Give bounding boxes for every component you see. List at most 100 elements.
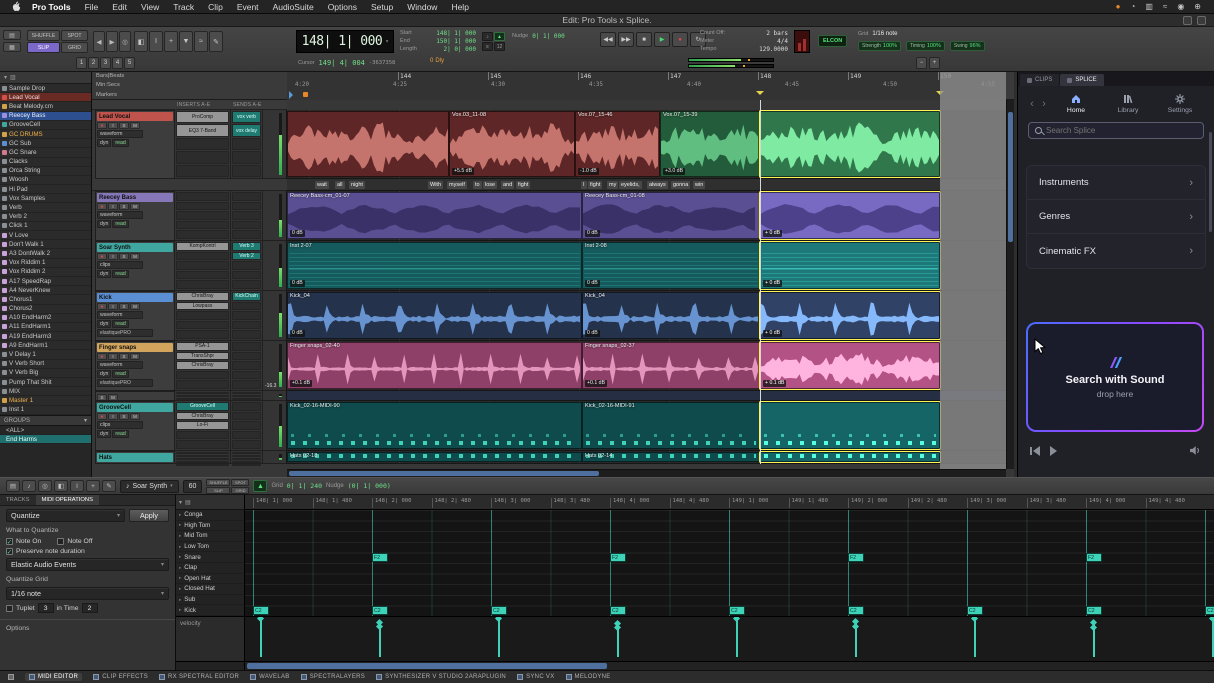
input-monitor-button[interactable]: I xyxy=(108,253,118,260)
automation-dyn-button[interactable]: dyn xyxy=(97,430,111,438)
clip-finger-snaps-02-37[interactable]: Finger snaps_02-37+0.1 dB xyxy=(582,342,760,389)
end-value[interactable]: 150| 1| 000 xyxy=(436,38,476,45)
zoom-out-arrow[interactable]: ◀ xyxy=(93,31,105,52)
clip[interactable] xyxy=(760,402,940,449)
lyric-marker[interactable]: I xyxy=(581,181,587,189)
lyric-marker[interactable]: gonna xyxy=(671,181,690,189)
sidebar-track-verb-2[interactable]: Verb 2 xyxy=(0,213,91,222)
trim-tool[interactable]: ◧ xyxy=(134,31,148,52)
zoom-preset-4[interactable]: 4 xyxy=(112,57,123,69)
metronome-button[interactable]: ▲ xyxy=(494,32,505,41)
midi-note-C2[interactable]: C2 xyxy=(372,606,388,615)
transport-play[interactable]: ▶ xyxy=(654,32,670,47)
transport-stop[interactable]: ■ xyxy=(636,32,652,47)
empty-slot[interactable] xyxy=(176,458,229,460)
automation-read-button[interactable]: read xyxy=(112,220,128,228)
record-enable-button[interactable]: ● xyxy=(97,413,107,420)
splice-nav-home[interactable]: Home xyxy=(1050,93,1102,114)
lyric-marker[interactable]: eyelids, xyxy=(619,181,642,189)
strength-chip[interactable]: Strength100% xyxy=(858,41,901,51)
empty-slot[interactable] xyxy=(232,371,261,380)
empty-slot[interactable] xyxy=(232,431,261,440)
expand-icon[interactable]: ▸ xyxy=(179,565,181,571)
empty-slot[interactable] xyxy=(176,371,229,380)
menu-file[interactable]: File xyxy=(78,0,106,14)
empty-slot[interactable] xyxy=(232,452,261,454)
drum-lane-open-hat[interactable]: ▸Open Hat xyxy=(176,574,244,585)
empty-slot[interactable] xyxy=(176,330,229,339)
lyric-marker[interactable]: always xyxy=(647,181,668,189)
track-header-groovecell[interactable]: GrooveCell●ISMclipsdynread xyxy=(95,401,175,451)
empty-slot[interactable] xyxy=(176,392,229,394)
bottom-tab-midi-editor[interactable]: MIDI EDITOR xyxy=(25,673,82,681)
volume-icon[interactable] xyxy=(1189,445,1202,456)
lyric-marker[interactable]: myself xyxy=(447,181,467,189)
empty-slot[interactable] xyxy=(232,455,261,457)
automation-dyn-button[interactable]: dyn xyxy=(97,320,111,328)
insert-procomp[interactable]: ProComp xyxy=(176,111,229,123)
velocity-stem[interactable] xyxy=(736,619,738,657)
track-header-soar-synth[interactable]: Soar Synth●ISMclipsdynread xyxy=(95,241,175,291)
mode-shuffle-button[interactable]: SHUFFLE xyxy=(27,30,60,41)
send-verb-2[interactable]: Verb 2 xyxy=(232,252,261,261)
clip[interactable] xyxy=(760,452,940,462)
preserve-note-duration-checkbox[interactable] xyxy=(6,548,13,555)
previous-button[interactable] xyxy=(1030,446,1040,456)
swing-chip[interactable]: Swing96% xyxy=(950,41,985,51)
menu-pro-tools[interactable]: Pro Tools xyxy=(25,0,78,14)
track-header-reecey-bass[interactable]: Reecey Bass●ISMwaveformdynread xyxy=(95,191,175,241)
insert-chrisbray[interactable]: ChrisBray xyxy=(176,412,229,421)
empty-slot[interactable] xyxy=(176,440,229,449)
velocity-stem[interactable] xyxy=(855,627,857,657)
groups-options-icon[interactable]: ▾ xyxy=(84,417,87,424)
midi-note-C2[interactable]: C2 xyxy=(1086,606,1102,615)
zoom-in-arrow[interactable]: ▶ xyxy=(106,31,118,52)
empty-slot[interactable] xyxy=(232,261,261,270)
menubar-status-icon-4[interactable]: ≈ xyxy=(1158,2,1172,11)
sidebar-track-groovecell[interactable]: GrooveCell xyxy=(0,121,91,130)
empty-slot[interactable] xyxy=(232,271,261,280)
tuplet-time-field[interactable]: 2 xyxy=(82,603,98,613)
expand-icon[interactable]: ▸ xyxy=(179,607,181,613)
sidebar-track-inst-1[interactable]: Inst 1 xyxy=(0,406,91,415)
record-enable-button[interactable]: ● xyxy=(97,353,107,360)
velocity-stem[interactable] xyxy=(498,619,500,657)
menu-options[interactable]: Options xyxy=(321,0,364,14)
mode-slip-button[interactable]: SLIP xyxy=(27,42,60,53)
expand-icon[interactable]: ▸ xyxy=(179,586,181,592)
sidebar-track-v-delay-1[interactable]: V Delay 1 xyxy=(0,350,91,359)
clip-vox-07-15-39[interactable]: Vox.07_15-39+3.0 dB xyxy=(660,111,760,177)
empty-slot[interactable] xyxy=(232,280,261,289)
clip-gain[interactable]: +3.0 dB xyxy=(663,168,685,175)
bottom-tab-spectralayers[interactable]: SPECTRALAYERS xyxy=(301,674,365,680)
midi-nudge-value[interactable]: (0| 1| 000) xyxy=(348,482,391,490)
empty-slot[interactable] xyxy=(232,311,261,320)
splice-search-input[interactable] xyxy=(1046,126,1197,135)
empty-slot[interactable] xyxy=(176,452,229,454)
splice-scrollbar[interactable] xyxy=(1209,132,1212,232)
empty-slot[interactable] xyxy=(176,380,229,389)
clip-vox-03-11-08[interactable]: Vox.03_11-08+5.5 dB xyxy=(449,111,575,177)
empty-slot[interactable] xyxy=(176,261,229,270)
empty-slot[interactable] xyxy=(232,395,261,397)
clip[interactable]: + 0 dB xyxy=(760,292,940,339)
sidebar-track-don-t-walk-1[interactable]: Don't Walk 1 xyxy=(0,240,91,249)
record-enable-button[interactable]: ● xyxy=(97,203,107,210)
bottom-tab-sync-vx[interactable]: SYNC VX xyxy=(517,674,554,680)
elastic-conform-badge[interactable]: ELCON xyxy=(818,35,847,47)
soar-synth-lane[interactable]: Inst 2-070 dBInst 2-080 dB+ 0 dB xyxy=(287,241,1006,291)
tempo-value[interactable]: 129.0000 xyxy=(759,46,788,53)
meter-value[interactable]: 4/4 xyxy=(777,38,788,45)
lyric-marker[interactable]: wait xyxy=(315,181,329,189)
zoom-preset-3[interactable]: 3 xyxy=(100,57,111,69)
track-view-selector[interactable]: waveform xyxy=(97,211,143,219)
send-kickchain[interactable]: KickChain xyxy=(232,292,261,301)
ops-tab-midi-operations[interactable]: MIDI OPERATIONS xyxy=(36,495,99,505)
panel-tab-splice[interactable]: SPLICE xyxy=(1060,74,1103,86)
timing-chip[interactable]: Timing100% xyxy=(906,41,945,51)
splice-nav-library[interactable]: Library xyxy=(1102,93,1154,114)
empty-slot[interactable] xyxy=(176,192,229,201)
midi-mode-spot[interactable]: SPOT xyxy=(231,479,249,486)
clip-reecey-bass-cm-01-07[interactable]: Reecey Bass-cm_01-070 dB xyxy=(287,192,582,239)
expand-icon[interactable]: ▸ xyxy=(179,522,181,528)
